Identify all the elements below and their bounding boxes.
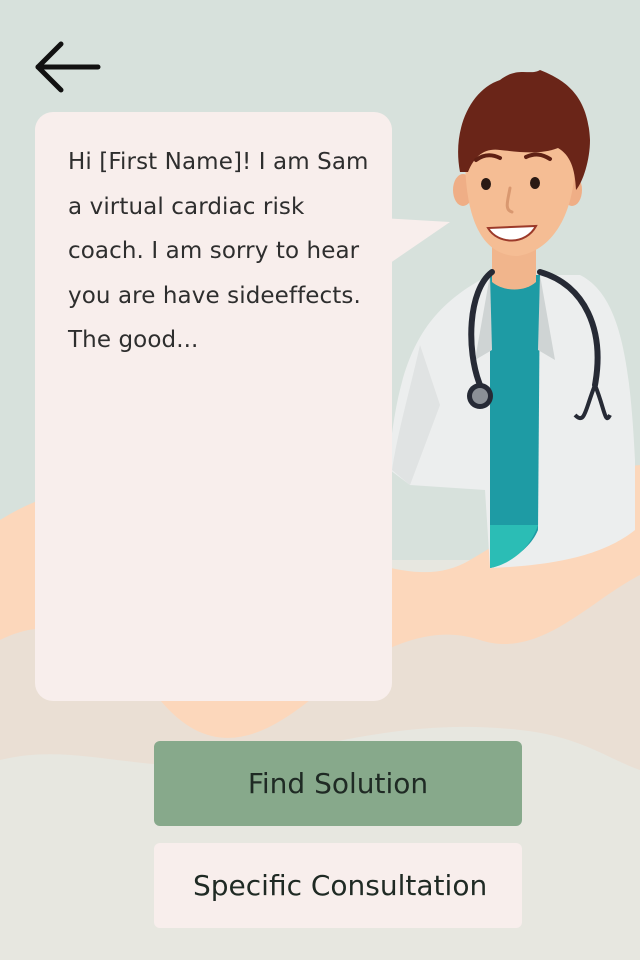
arrow-left-icon [35,41,101,93]
doctor-avatar [390,70,635,568]
back-button[interactable] [30,36,106,96]
speech-bubble-tail [380,218,450,270]
specific-consultation-button[interactable]: Specific Consultation [154,843,522,928]
coach-message: Hi [First Name]! I am Sam a virtual card… [68,149,369,353]
speech-bubble: Hi [First Name]! I am Sam a virtual card… [35,112,392,701]
find-solution-button[interactable]: Find Solution [154,741,522,826]
